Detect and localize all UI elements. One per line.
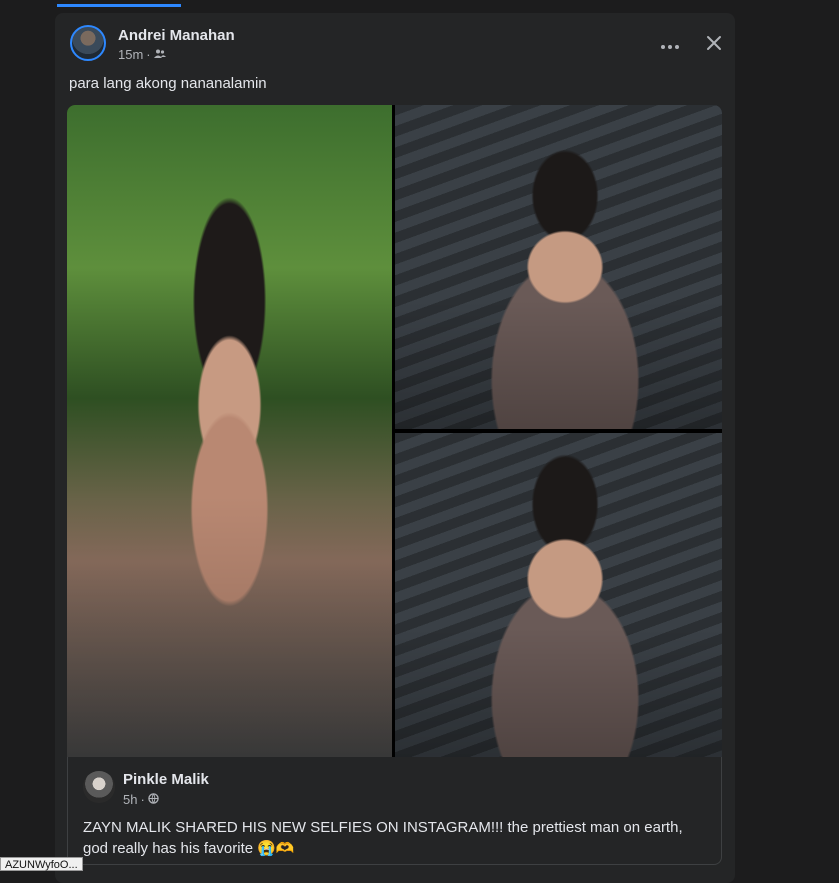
meta-separator: · [140, 792, 145, 807]
shared-author-avatar[interactable] [83, 771, 115, 803]
post-time[interactable]: 15m [118, 47, 143, 62]
post-card: Andrei Manahan 15m · para lang akong nan… [55, 13, 735, 883]
more-options-button[interactable] [656, 31, 684, 59]
author-name[interactable]: Andrei Manahan [118, 27, 235, 44]
shared-post-text: ZAYN MALIK SHARED HIS NEW SELFIES ON INS… [83, 819, 683, 857]
photo-selfie-smiling-gazebo-1[interactable] [395, 105, 722, 429]
photo-selfie-sunglasses-trees[interactable] [67, 105, 392, 757]
shared-post-meta: 5h · [123, 792, 159, 807]
globe-icon [148, 792, 159, 807]
close-button[interactable] [700, 31, 728, 59]
shared-author-name[interactable]: Pinkle Malik [123, 771, 209, 788]
active-tab-indicator [57, 4, 181, 7]
top-nav-bar [0, 0, 839, 8]
friends-icon [153, 47, 166, 62]
post-caption: para lang akong nananalamin [69, 75, 267, 92]
more-options-icon [661, 36, 679, 54]
meta-separator: · [146, 47, 151, 62]
browser-status-bar: AZUNWyfoO... [0, 857, 83, 871]
shared-post[interactable]: Pinkle Malik 5h · ZAYN MALIK SHARED HIS … [67, 757, 722, 865]
close-icon [706, 35, 722, 56]
post-meta: 15m · [118, 47, 166, 62]
photo-selfie-smiling-gazebo-2[interactable] [395, 433, 722, 757]
author-avatar[interactable] [70, 25, 106, 61]
photo-grid [67, 105, 722, 757]
shared-post-time[interactable]: 5h [123, 792, 137, 807]
post-header: Andrei Manahan 15m · [70, 25, 721, 65]
